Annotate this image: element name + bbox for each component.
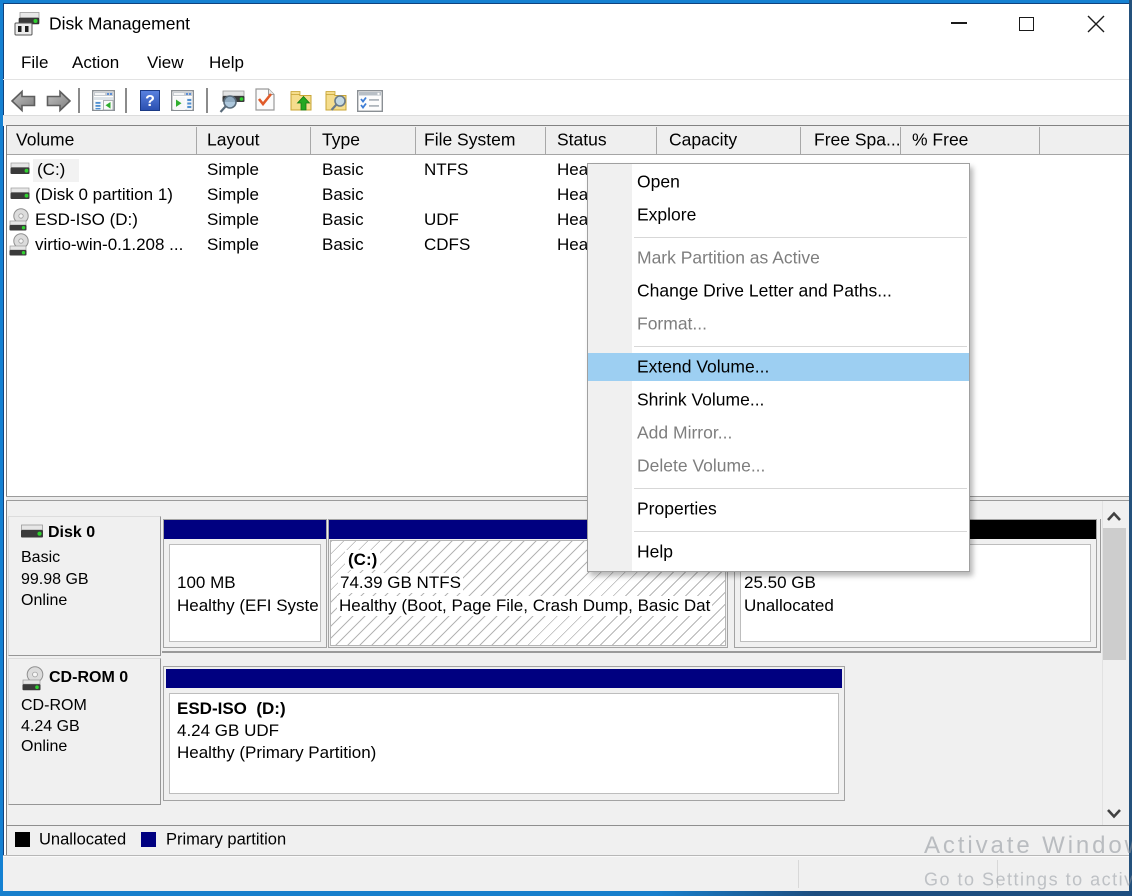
svg-text:?: ? [145, 93, 155, 110]
